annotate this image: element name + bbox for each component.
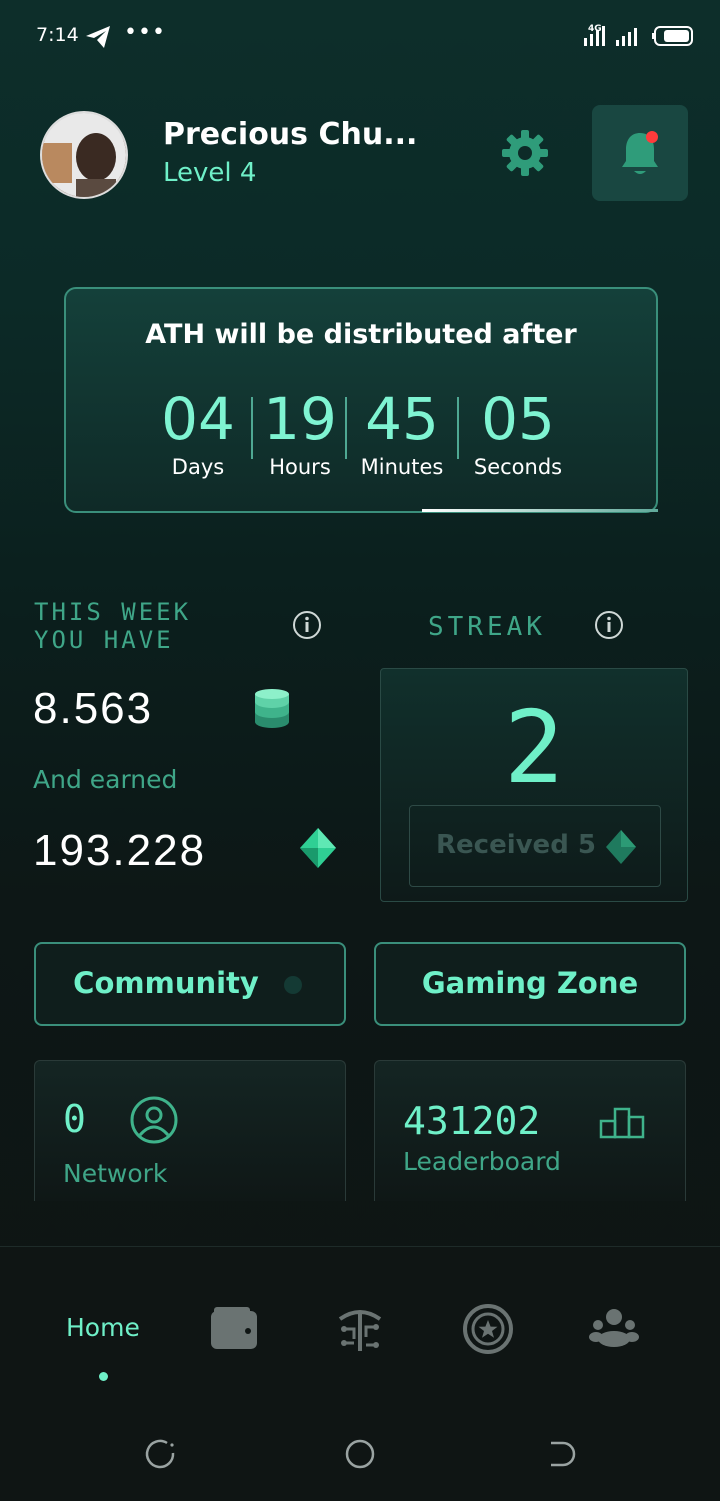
user-icon: [130, 1096, 178, 1144]
countdown-seconds: 05 Seconds: [466, 389, 570, 479]
back-icon[interactable]: [543, 1437, 577, 1471]
network-label: Network: [63, 1159, 168, 1188]
gem-icon: [300, 828, 336, 868]
countdown-days-label: Days: [171, 455, 225, 479]
star-badge-icon[interactable]: [462, 1303, 514, 1355]
streak-value: 2: [503, 689, 565, 806]
podium-icon: [599, 1107, 645, 1139]
bottom-navigation: Home: [0, 1246, 720, 1501]
home-system-icon[interactable]: [343, 1437, 377, 1471]
countdown-days-value: 04: [161, 385, 235, 453]
countdown-minutes-value: 45: [365, 385, 439, 453]
nav-home[interactable]: Home: [66, 1313, 140, 1342]
countdown-hours-value: 19: [263, 385, 337, 453]
notifications-button[interactable]: [592, 105, 688, 201]
network-type: 4G: [588, 24, 602, 34]
gaming-zone-button-label: Gaming Zone: [421, 966, 639, 1000]
user-level: Level 4: [163, 158, 257, 188]
countdown-title: ATH will be distributed after: [145, 319, 577, 350]
gaming-zone-button[interactable]: Gaming Zone: [374, 942, 686, 1026]
community-status-dot: [284, 976, 302, 994]
card-glow-edge: [422, 509, 658, 512]
status-time: 7:14: [36, 24, 79, 46]
distribution-countdown-card: ATH will be distributed after 04 Days 19…: [64, 287, 658, 513]
countdown-seconds-label: Seconds: [473, 455, 563, 479]
wallet-icon[interactable]: [208, 1303, 260, 1355]
coin-stack-icon: [255, 689, 289, 728]
gear-icon[interactable]: [500, 128, 550, 178]
streak-info-icon[interactable]: [594, 610, 624, 640]
network-tile[interactable]: 0 Network: [34, 1060, 346, 1201]
nav-active-indicator: [99, 1372, 108, 1381]
countdown-divider: [251, 397, 253, 459]
community-button-label: Community: [73, 966, 259, 1000]
status-overflow-dots: •••: [124, 20, 166, 45]
leaderboard-tile[interactable]: 431202 Leaderboard: [374, 1060, 686, 1201]
streak-label: STREAK: [428, 612, 546, 642]
streak-received-label: Received 5: [436, 830, 596, 860]
countdown-hours-label: Hours: [269, 455, 331, 479]
streak-received: Received 5: [409, 805, 661, 887]
user-name: Precious Chu...: [163, 117, 418, 152]
avatar[interactable]: [40, 111, 128, 199]
countdown-seconds-value: 05: [481, 385, 555, 453]
gem-icon: [606, 830, 636, 864]
countdown-divider: [457, 397, 459, 459]
leaderboard-label: Leaderboard: [403, 1147, 561, 1176]
weekly-amount: 8.563: [33, 684, 154, 733]
earned-label: And earned: [33, 765, 178, 794]
earned-amount: 193.228: [33, 826, 207, 875]
community-button[interactable]: Community: [34, 942, 346, 1026]
team-icon[interactable]: [588, 1303, 640, 1355]
week-info-icon[interactable]: [292, 610, 322, 640]
recent-apps-icon[interactable]: [143, 1437, 177, 1471]
leaderboard-rank: 431202: [403, 1099, 541, 1143]
countdown-divider: [345, 397, 347, 459]
streak-card: 2 Received 5: [380, 668, 688, 902]
notification-dot: [646, 131, 658, 143]
countdown-days: 04 Days: [158, 389, 238, 479]
bell-icon: [622, 131, 658, 174]
this-week-label: THIS WEEK YOU HAVE: [34, 598, 192, 654]
mining-icon[interactable]: [334, 1303, 386, 1355]
countdown-minutes-label: Minutes: [360, 455, 444, 479]
signal-icon: 4G: [584, 24, 637, 46]
telegram-icon: [86, 26, 110, 48]
network-count: 0: [63, 1097, 86, 1141]
countdown-hours: 19 Hours: [262, 389, 338, 479]
countdown-minutes: 45 Minutes: [358, 389, 446, 479]
avatar-photo: [42, 113, 126, 197]
status-bar: 7:14 ••• 4G: [0, 0, 720, 72]
battery-icon: [652, 26, 693, 46]
